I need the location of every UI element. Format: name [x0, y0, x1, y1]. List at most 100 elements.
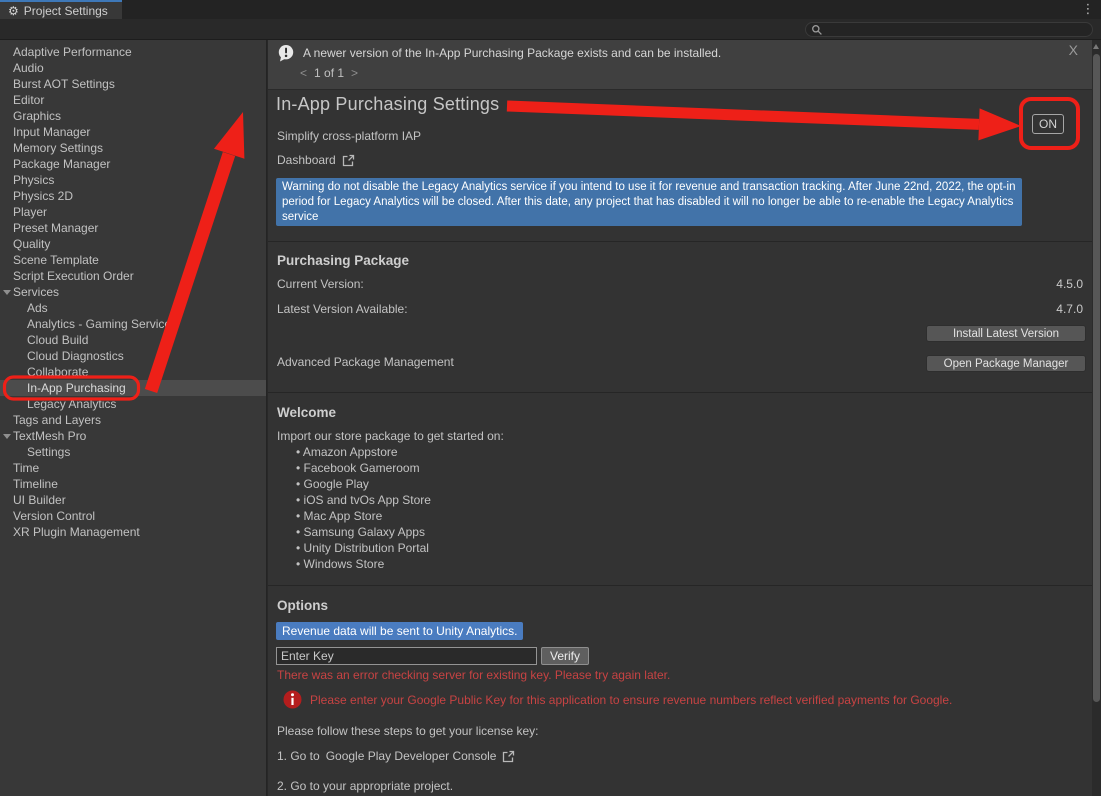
sidebar-item-legacy-analytics[interactable]: Legacy Analytics: [0, 396, 266, 412]
service-subtitle: Simplify cross-platform IAP: [277, 129, 421, 143]
sidebar-item-package-manager[interactable]: Package Manager: [0, 156, 266, 172]
scroll-up-arrow-icon[interactable]: [1093, 44, 1099, 49]
sidebar-item-textmesh-pro[interactable]: TextMesh Pro: [0, 428, 266, 444]
sidebar-item-physics-2d[interactable]: Physics 2D: [0, 188, 266, 204]
store-list-item: Google Play: [296, 476, 431, 492]
google-play-console-link[interactable]: Google Play Developer Console: [326, 749, 497, 763]
sidebar-item-label: XR Plugin Management: [13, 525, 140, 539]
sidebar-item-input-manager[interactable]: Input Manager: [0, 124, 266, 140]
sidebar-item-label: Settings: [27, 445, 70, 459]
sidebar-item-quality[interactable]: Quality: [0, 236, 266, 252]
sidebar-item-label: Burst AOT Settings: [13, 77, 115, 91]
sidebar-item-in-app-purchasing[interactable]: In-App Purchasing: [0, 380, 266, 396]
sidebar-item-label: Script Execution Order: [13, 269, 134, 283]
scrollbar-thumb[interactable]: [1093, 54, 1100, 702]
sidebar-item-player[interactable]: Player: [0, 204, 266, 220]
notification-close-button[interactable]: X: [1069, 42, 1078, 58]
tab-project-settings[interactable]: ⚙ Project Settings: [0, 0, 122, 19]
sidebar-item-label: Editor: [13, 93, 44, 107]
sidebar-item-label: Services: [13, 285, 59, 299]
store-list-item: Mac App Store: [296, 508, 431, 524]
options-heading: Options: [277, 598, 328, 613]
kebab-menu-icon[interactable]: ⋮: [1081, 1, 1095, 17]
sidebar-item-ui-builder[interactable]: UI Builder: [0, 492, 266, 508]
sidebar-item-physics[interactable]: Physics: [0, 172, 266, 188]
sidebar-item-cloud-build[interactable]: Cloud Build: [0, 332, 266, 348]
sidebar-item-audio[interactable]: Audio: [0, 60, 266, 76]
dashboard-link-label: Dashboard: [277, 153, 336, 167]
notification-pager: < 1 of 1 >: [300, 66, 358, 80]
sidebar-item-burst-aot-settings[interactable]: Burst AOT Settings: [0, 76, 266, 92]
main-panel: A newer version of the In-App Purchasing…: [268, 40, 1092, 796]
store-list-item: iOS and tvOs App Store: [296, 492, 431, 508]
settings-sidebar: Adaptive Performance Audio Burst AOT Set…: [0, 40, 267, 796]
sidebar-item-memory-settings[interactable]: Memory Settings: [0, 140, 266, 156]
sidebar-item-preset-manager[interactable]: Preset Manager: [0, 220, 266, 236]
store-list-item: Unity Distribution Portal: [296, 540, 431, 556]
search-input[interactable]: [827, 24, 1087, 36]
sidebar-item-version-control[interactable]: Version Control: [0, 508, 266, 524]
sidebar-item-graphics[interactable]: Graphics: [0, 108, 266, 124]
sidebar-item-settings[interactable]: Settings: [0, 444, 266, 460]
sidebar-item-label: Quality: [13, 237, 50, 251]
gear-icon: ⚙: [8, 5, 19, 17]
verify-button[interactable]: Verify: [541, 647, 589, 665]
sidebar-item-time[interactable]: Time: [0, 460, 266, 476]
sidebar-item-timeline[interactable]: Timeline: [0, 476, 266, 492]
sidebar-item-label: Legacy Analytics: [27, 397, 116, 411]
foldout-triangle-icon[interactable]: [3, 434, 11, 439]
store-list-item: Facebook Gameroom: [296, 460, 431, 476]
sidebar-item-label: In-App Purchasing: [27, 381, 126, 395]
service-on-toggle[interactable]: ON: [1032, 114, 1064, 134]
sidebar-item-cloud-diagnostics[interactable]: Cloud Diagnostics: [0, 348, 266, 364]
sidebar-item-services[interactable]: Services: [0, 284, 266, 300]
store-list-item: Samsung Galaxy Apps: [296, 524, 431, 540]
sidebar-item-label: Preset Manager: [13, 221, 98, 235]
step2-text: 2. Go to your appropriate project.: [277, 779, 453, 793]
section-divider: [268, 392, 1092, 393]
notification-bar: A newer version of the In-App Purchasing…: [268, 40, 1092, 90]
pager-prev-button[interactable]: <: [300, 66, 307, 80]
install-latest-version-button[interactable]: Install Latest Version: [926, 325, 1086, 342]
open-package-manager-button[interactable]: Open Package Manager: [926, 355, 1086, 372]
sidebar-item-tags-and-layers[interactable]: Tags and Layers: [0, 412, 266, 428]
sidebar-item-label: Graphics: [13, 109, 61, 123]
sidebar-item-collaborate[interactable]: Collaborate: [0, 364, 266, 380]
sidebar-item-analytics-gaming-services[interactable]: Analytics - Gaming Services: [0, 316, 266, 332]
foldout-triangle-icon[interactable]: [3, 290, 11, 295]
toolbar: [0, 19, 1101, 40]
sidebar-item-xr-plugin-management[interactable]: XR Plugin Management: [0, 524, 266, 540]
tab-strip: ⚙ Project Settings ⋮: [0, 0, 1101, 19]
sidebar-item-script-execution-order[interactable]: Script Execution Order: [0, 268, 266, 284]
store-list: Amazon AppstoreFacebook GameroomGoogle P…: [296, 444, 431, 572]
vertical-scrollbar[interactable]: [1092, 40, 1101, 796]
sidebar-item-label: Ads: [27, 301, 48, 315]
dashboard-link[interactable]: Dashboard: [277, 153, 355, 167]
sidebar-item-label: TextMesh Pro: [13, 429, 86, 443]
sidebar-item-label: Physics 2D: [13, 189, 73, 203]
sidebar-item-scene-template[interactable]: Scene Template: [0, 252, 266, 268]
search-box[interactable]: [805, 22, 1093, 37]
sidebar-item-label: Physics: [13, 173, 54, 187]
tab-title: Project Settings: [24, 4, 108, 18]
sidebar-item-ads[interactable]: Ads: [0, 300, 266, 316]
pager-next-button[interactable]: >: [351, 66, 358, 80]
sidebar-item-label: UI Builder: [13, 493, 66, 507]
sidebar-item-label: Input Manager: [13, 125, 90, 139]
google-key-input[interactable]: [276, 647, 537, 665]
search-icon: [811, 24, 823, 36]
latest-version-value: 4.7.0: [1056, 302, 1083, 316]
sidebar-item-editor[interactable]: Editor: [0, 92, 266, 108]
welcome-intro: Import our store package to get started …: [277, 429, 504, 443]
sidebar-item-label: Version Control: [13, 509, 95, 523]
sidebar-item-label: Cloud Diagnostics: [27, 349, 124, 363]
sidebar-item-adaptive-performance[interactable]: Adaptive Performance: [0, 44, 266, 60]
page-title: In-App Purchasing Settings: [276, 94, 499, 115]
current-version-value: 4.5.0: [1056, 277, 1083, 291]
external-link-icon: [342, 154, 355, 167]
sidebar-item-label: Tags and Layers: [13, 413, 101, 427]
analytics-notice-badge: Revenue data will be sent to Unity Analy…: [276, 622, 523, 640]
sidebar-item-label: Timeline: [13, 477, 58, 491]
section-divider: [268, 241, 1092, 242]
current-version-label: Current Version:: [277, 277, 364, 291]
